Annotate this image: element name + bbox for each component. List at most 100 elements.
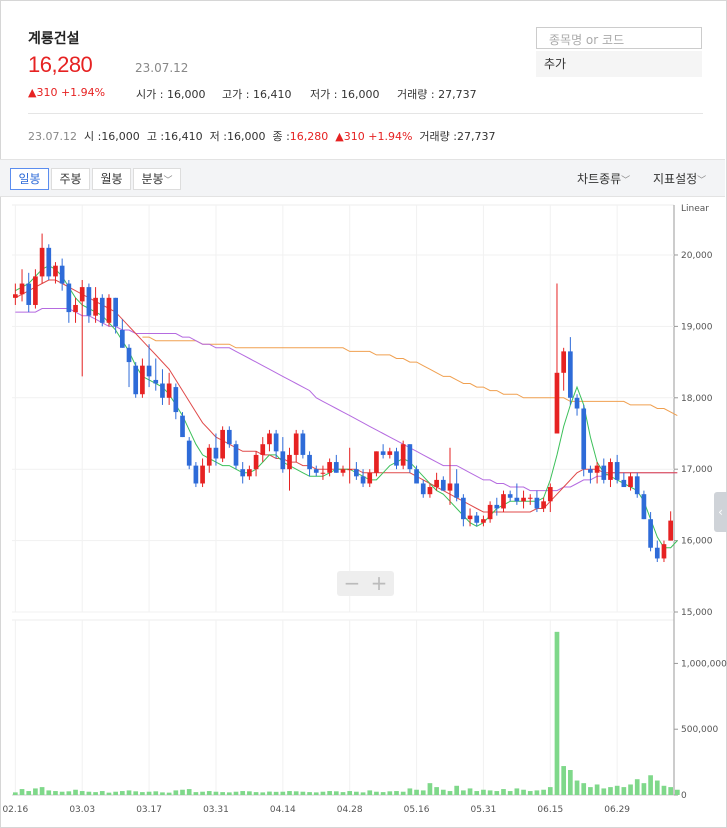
candle-body (327, 462, 332, 473)
candle-body (347, 469, 353, 471)
volume-bar (260, 792, 266, 795)
side-panel-toggle[interactable]: ‹ (714, 492, 727, 532)
candle-body (407, 444, 413, 470)
candle (380, 444, 386, 459)
candle (414, 465, 419, 484)
candle (99, 294, 105, 327)
candle (601, 458, 607, 484)
candle-body (46, 247, 52, 277)
candle-body (233, 444, 239, 466)
volume-bar (601, 788, 607, 795)
volume-bar (534, 790, 540, 795)
candle (106, 294, 112, 327)
candle (140, 358, 145, 398)
x-tick-label: 03.31 (203, 805, 229, 815)
volume-bar (514, 788, 520, 795)
volume-bar (79, 791, 85, 795)
candle-body (133, 365, 139, 395)
candle-body (454, 483, 460, 498)
candle-body (547, 487, 553, 502)
volume-bar (313, 792, 319, 795)
candle-body (474, 515, 480, 523)
candle (581, 404, 587, 477)
candlestick-chart[interactable]: 02.16 03.03 03.17 03.31 04.14 04.28 05.16 05.31… (0, 0, 727, 828)
candle-body (33, 276, 38, 305)
candle-body (186, 440, 192, 466)
volume-bar (173, 790, 179, 795)
candle-body (374, 451, 379, 473)
volume-bar (213, 791, 219, 795)
candle (233, 440, 239, 470)
candle-body (206, 447, 212, 466)
volume-bar (126, 790, 132, 795)
candle (66, 279, 72, 323)
candle-body (26, 283, 32, 305)
volume-bar (634, 779, 640, 795)
volume-bar (113, 791, 118, 795)
candle-body (527, 497, 533, 499)
candle-body (414, 469, 419, 484)
candle-body (628, 476, 633, 488)
volume-bar (320, 791, 326, 795)
volume-bar (608, 787, 613, 795)
volume-bar (648, 775, 653, 795)
volume-bar (39, 787, 45, 795)
candle-body (434, 479, 439, 488)
volume-bar (200, 791, 205, 795)
volume-bar (501, 789, 506, 795)
volume-tick-label: 0 (681, 791, 687, 801)
candle-body (140, 365, 145, 395)
candle (180, 412, 185, 438)
candle (654, 540, 660, 563)
candle (166, 372, 172, 405)
candle-body (119, 329, 125, 348)
volume-bar (427, 783, 433, 795)
volume-bar (527, 791, 533, 795)
candle (407, 444, 413, 473)
volume-bar (180, 789, 185, 795)
volume-bar (220, 792, 225, 795)
zoom-out-button[interactable]: − (338, 572, 366, 594)
candle-body (420, 483, 426, 495)
volume-bar (347, 791, 353, 795)
candle-body (53, 265, 58, 277)
candle-body (73, 304, 78, 313)
zoom-in-button[interactable]: + (365, 572, 393, 594)
volume-bar (160, 792, 165, 795)
volume-bar (146, 791, 152, 795)
volume-bar (99, 791, 105, 795)
candle (46, 244, 52, 280)
volume-bar (333, 791, 339, 795)
candle (561, 347, 567, 391)
volume-bar (394, 791, 399, 795)
candle (541, 497, 546, 513)
volume-bar (273, 791, 279, 795)
candle (173, 383, 179, 420)
candle-body (641, 494, 647, 520)
candle-body (400, 444, 406, 466)
volume-bar (581, 783, 587, 795)
candle-body (581, 408, 587, 470)
candle-body (220, 429, 225, 459)
candle-body (621, 479, 627, 488)
candle (648, 512, 653, 552)
candle (267, 429, 272, 452)
volume-bar (374, 791, 379, 795)
x-tick-label: 03.03 (69, 805, 95, 815)
volume-bar (287, 791, 292, 795)
candle (206, 444, 212, 473)
volume-bar (186, 789, 192, 795)
candle (461, 494, 466, 527)
candle (354, 462, 359, 480)
candle (280, 437, 286, 473)
candle-body (247, 469, 252, 477)
volume-bar (414, 789, 419, 795)
candle (420, 479, 426, 498)
volume-bar (434, 787, 439, 795)
candle-body (440, 479, 446, 491)
candle (253, 451, 259, 477)
candle (186, 437, 192, 470)
candle (374, 451, 379, 477)
candle-body (66, 283, 72, 313)
x-tick-label: 02.16 (2, 805, 28, 815)
